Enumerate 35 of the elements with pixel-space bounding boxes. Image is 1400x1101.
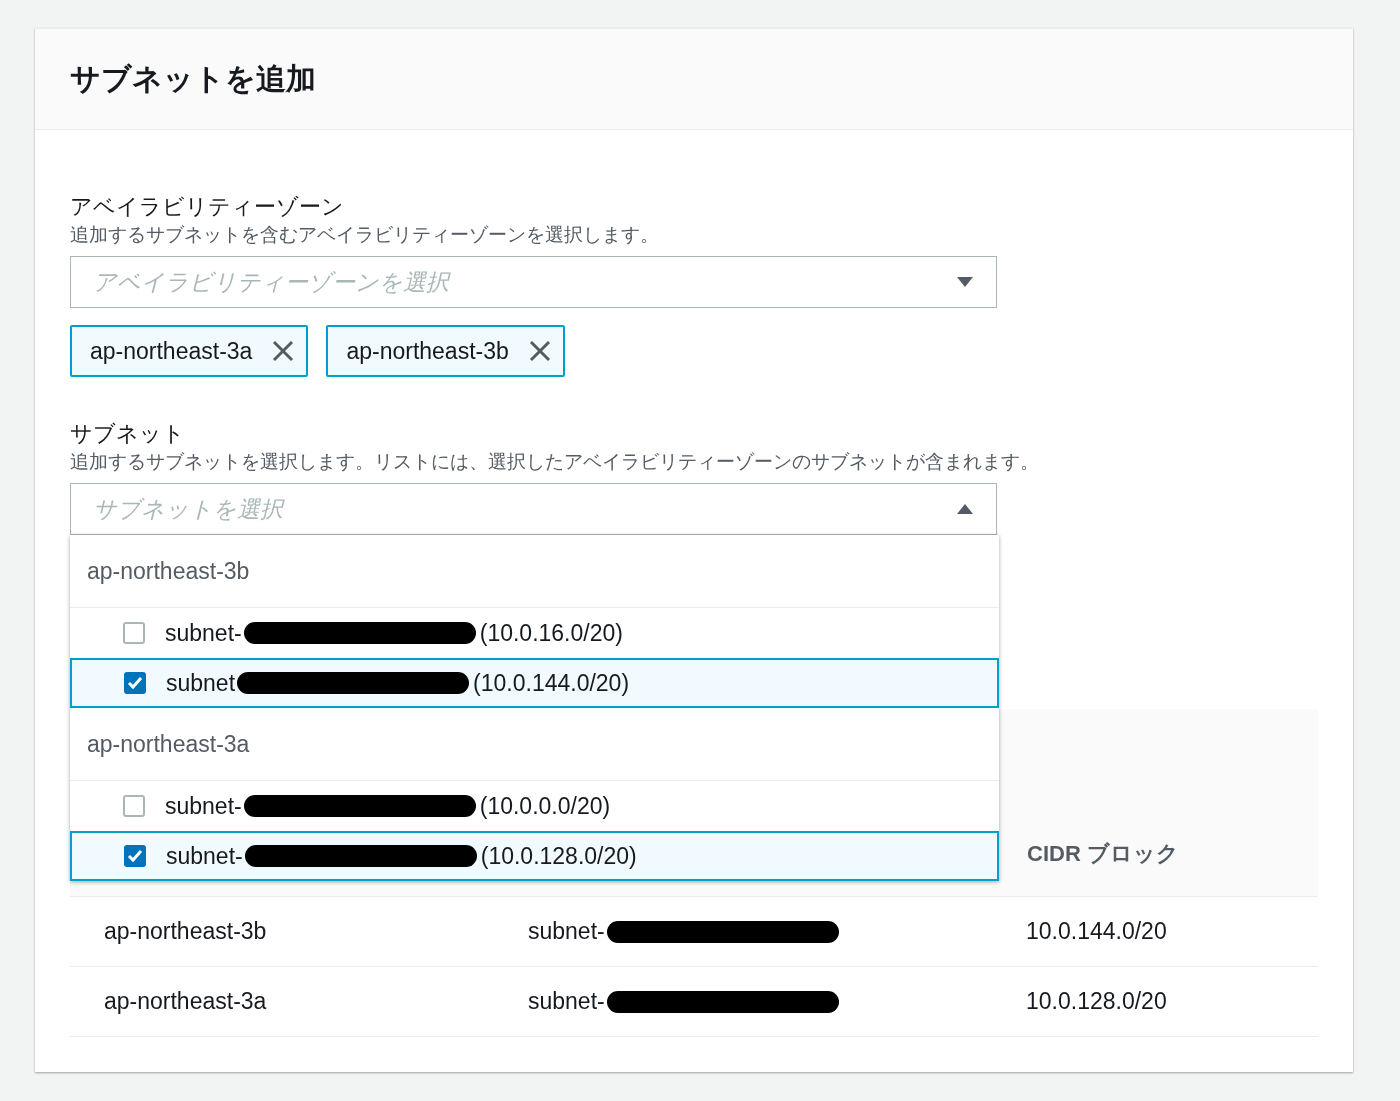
caret-down-icon xyxy=(956,276,974,288)
option-text: (10.0.144.0/20) xyxy=(473,669,630,697)
subnet-option[interactable]: subnet- (10.0.128.0/20) xyxy=(70,831,999,881)
option-text: subnet xyxy=(166,669,236,697)
checkbox[interactable] xyxy=(124,845,146,867)
option-text: subnet- xyxy=(165,619,242,647)
close-icon[interactable] xyxy=(528,340,551,362)
option-text: (10.0.128.0/20) xyxy=(480,842,637,870)
option-text: (10.0.16.0/20) xyxy=(479,619,623,647)
group-header: ap-northeast-3b xyxy=(70,535,999,608)
option-text: (10.0.0.0/20) xyxy=(479,792,611,820)
caret-up-icon xyxy=(956,503,974,515)
field-description: 追加するサブネットを選択します。リストには、選択したアベイラビリティーゾーンのサブネットが含まれます。 xyxy=(70,450,1040,474)
field-label: アベイラビリティーゾーン xyxy=(70,193,345,221)
option-text: subnet- xyxy=(165,792,242,820)
table-cell: subnet- xyxy=(528,918,605,945)
table-cell-text: 10.0.144.0/20 xyxy=(1025,918,1168,945)
checkbox[interactable] xyxy=(123,795,145,817)
table-cell-text: ap-northeast-3a xyxy=(103,988,268,1015)
subnet-option[interactable]: subnet- (10.0.0.0/20) xyxy=(70,781,999,831)
table-cell: subnet- xyxy=(528,988,605,1015)
subnet-option[interactable]: subnet (10.0.144.0/20) xyxy=(70,658,999,708)
table-cell-text: ap-northeast-3b xyxy=(103,918,268,945)
panel-title: サブネットを追加 xyxy=(70,61,317,97)
subnet-option[interactable]: subnet- (10.0.16.0/20) xyxy=(70,608,999,658)
group-header: ap-northeast-3a xyxy=(70,708,999,781)
checkbox[interactable] xyxy=(124,672,146,694)
token-label: ap-northeast-3a xyxy=(90,337,253,365)
checkbox[interactable] xyxy=(123,622,145,644)
token-label: ap-northeast-3b xyxy=(346,337,509,365)
table-cell-text: 10.0.128.0/20 xyxy=(1025,988,1168,1015)
option-text: subnet- xyxy=(166,842,243,870)
close-icon[interactable] xyxy=(272,340,295,362)
field-description: 追加するサブネットを含むアベイラビリティーゾーンを選択します。 xyxy=(70,223,660,247)
field-label: サブネット xyxy=(70,420,186,448)
